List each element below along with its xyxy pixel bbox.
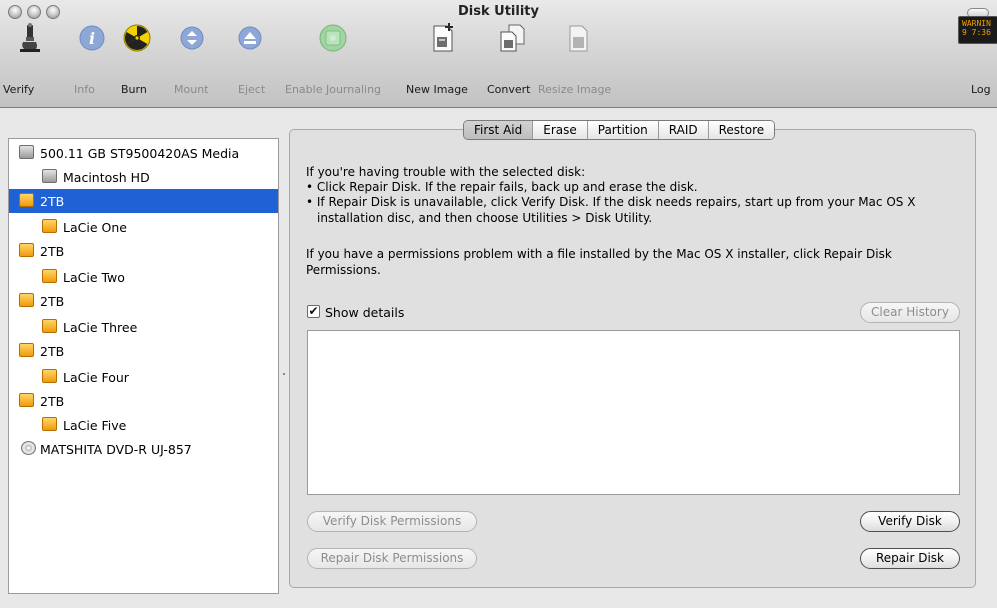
device-item-2tb-5[interactable]: 2TB xyxy=(9,389,278,413)
device-label: 2TB xyxy=(40,244,65,259)
info-label: Info xyxy=(74,83,95,96)
external-volume-icon xyxy=(42,269,57,283)
new-image-icon xyxy=(433,23,453,52)
enable-journaling-label: Enable Journaling xyxy=(285,83,382,96)
microscope-icon xyxy=(20,23,40,52)
external-disk-icon xyxy=(19,193,34,207)
bullet-verify-text: • If Repair Disk is unavailable, click V… xyxy=(306,195,916,209)
external-disk-icon xyxy=(19,243,34,257)
device-label: LaCie Five xyxy=(63,418,127,433)
device-label: MATSHITA DVD-R UJ-857 xyxy=(40,442,192,457)
eject-label: Eject xyxy=(238,83,266,96)
device-label: LaCie One xyxy=(63,220,127,235)
device-label: Macintosh HD xyxy=(63,170,150,185)
device-item-2tb-4[interactable]: 2TB xyxy=(9,339,278,363)
device-item-dvd-drive[interactable]: MATSHITA DVD-R UJ-857 xyxy=(9,437,278,461)
device-label: 2TB xyxy=(40,344,65,359)
verify-disk-button[interactable]: Verify Disk xyxy=(860,511,960,532)
tab-bar: First Aid Erase Partition RAID Restore xyxy=(463,120,776,140)
tab-restore[interactable]: Restore xyxy=(707,121,775,139)
mount-icon xyxy=(180,26,204,50)
tab-raid[interactable]: RAID xyxy=(657,121,708,139)
device-item-lacie-one[interactable]: LaCie One xyxy=(9,215,278,239)
tab-erase[interactable]: Erase xyxy=(532,121,587,139)
device-item-2tb-2[interactable]: 2TB xyxy=(9,239,278,263)
device-label: LaCie Two xyxy=(63,270,125,285)
burn-label: Burn xyxy=(121,83,147,96)
external-disk-icon xyxy=(19,393,34,407)
convert-label: Convert xyxy=(487,83,531,96)
permissions-text-cont: Permissions. xyxy=(306,263,381,277)
device-label: 2TB xyxy=(40,294,65,309)
resize-image-label: Resize Image xyxy=(538,83,612,96)
external-disk-icon xyxy=(19,293,34,307)
resize-image-icon xyxy=(569,25,588,52)
disk-utility-window: Disk Utility Verify i Info Burn Mount Ej… xyxy=(0,0,997,608)
device-label: LaCie Three xyxy=(63,320,138,335)
device-item-media[interactable]: 500.11 GB ST9500420AS Media xyxy=(9,141,278,165)
tab-partition[interactable]: Partition xyxy=(586,121,658,139)
intro-text: If you're having trouble with the select… xyxy=(306,165,586,179)
external-volume-icon xyxy=(42,369,57,383)
new-image-label: New Image xyxy=(406,83,468,96)
details-log-area[interactable] xyxy=(307,330,960,495)
svg-text:i: i xyxy=(89,29,95,48)
mount-label: Mount xyxy=(174,83,209,96)
repair-disk-button[interactable]: Repair Disk xyxy=(860,548,960,569)
bullet-verify-text-cont: installation disc, and then choose Utili… xyxy=(317,211,653,225)
show-details-label: Show details xyxy=(325,305,405,320)
external-volume-icon xyxy=(42,417,57,431)
convert-icon xyxy=(500,24,525,52)
dvd-drive-icon xyxy=(21,441,36,455)
checkmark-icon[interactable]: ✔ xyxy=(307,305,320,318)
info-icon: i xyxy=(79,25,105,51)
device-item-2tb-3[interactable]: 2TB xyxy=(9,289,278,313)
external-disk-icon xyxy=(19,343,34,357)
device-item-lacie-two[interactable]: LaCie Two xyxy=(9,265,278,289)
volume-icon xyxy=(42,169,57,183)
external-volume-icon xyxy=(42,319,57,333)
external-volume-icon xyxy=(42,219,57,233)
device-item-2tb-1[interactable]: 2TB xyxy=(9,189,278,213)
device-item-lacie-five[interactable]: LaCie Five xyxy=(9,413,278,437)
verify-label: Verify xyxy=(3,83,35,96)
verify-disk-permissions-button[interactable]: Verify Disk Permissions xyxy=(307,511,477,532)
device-item-macintosh-hd[interactable]: Macintosh HD xyxy=(9,165,278,189)
burn-icon xyxy=(123,24,151,52)
device-item-lacie-three[interactable]: LaCie Three xyxy=(9,315,278,339)
repair-disk-permissions-button[interactable]: Repair Disk Permissions xyxy=(307,548,477,569)
window-title: Disk Utility xyxy=(458,4,539,19)
device-label: 500.11 GB ST9500420AS Media xyxy=(40,146,240,161)
splitter-handle[interactable] xyxy=(283,373,285,375)
hard-disk-icon xyxy=(19,145,34,159)
clear-history-button[interactable]: Clear History xyxy=(860,302,960,323)
log-console-icon: WARNIN 9 7:36 xyxy=(958,16,997,44)
device-label: 2TB xyxy=(40,194,65,209)
tab-first-aid[interactable]: First Aid xyxy=(464,121,533,139)
device-label: 2TB xyxy=(40,394,65,409)
log-time-text: 9 7:36 xyxy=(962,28,991,37)
log-badge-text: WARNIN xyxy=(962,19,991,28)
device-label: LaCie Four xyxy=(63,370,129,385)
permissions-text: If you have a permissions problem with a… xyxy=(306,247,892,261)
bullet-repair-text: • Click Repair Disk. If the repair fails… xyxy=(306,180,698,194)
device-list[interactable]: 500.11 GB ST9500420AS Media Macintosh HD… xyxy=(8,138,279,594)
device-item-lacie-four[interactable]: LaCie Four xyxy=(9,365,278,389)
journaling-icon xyxy=(319,24,347,52)
eject-icon xyxy=(238,26,262,50)
title-toolbar: Disk Utility Verify i Info Burn Mount Ej… xyxy=(0,0,997,108)
log-label: Log xyxy=(971,83,991,96)
